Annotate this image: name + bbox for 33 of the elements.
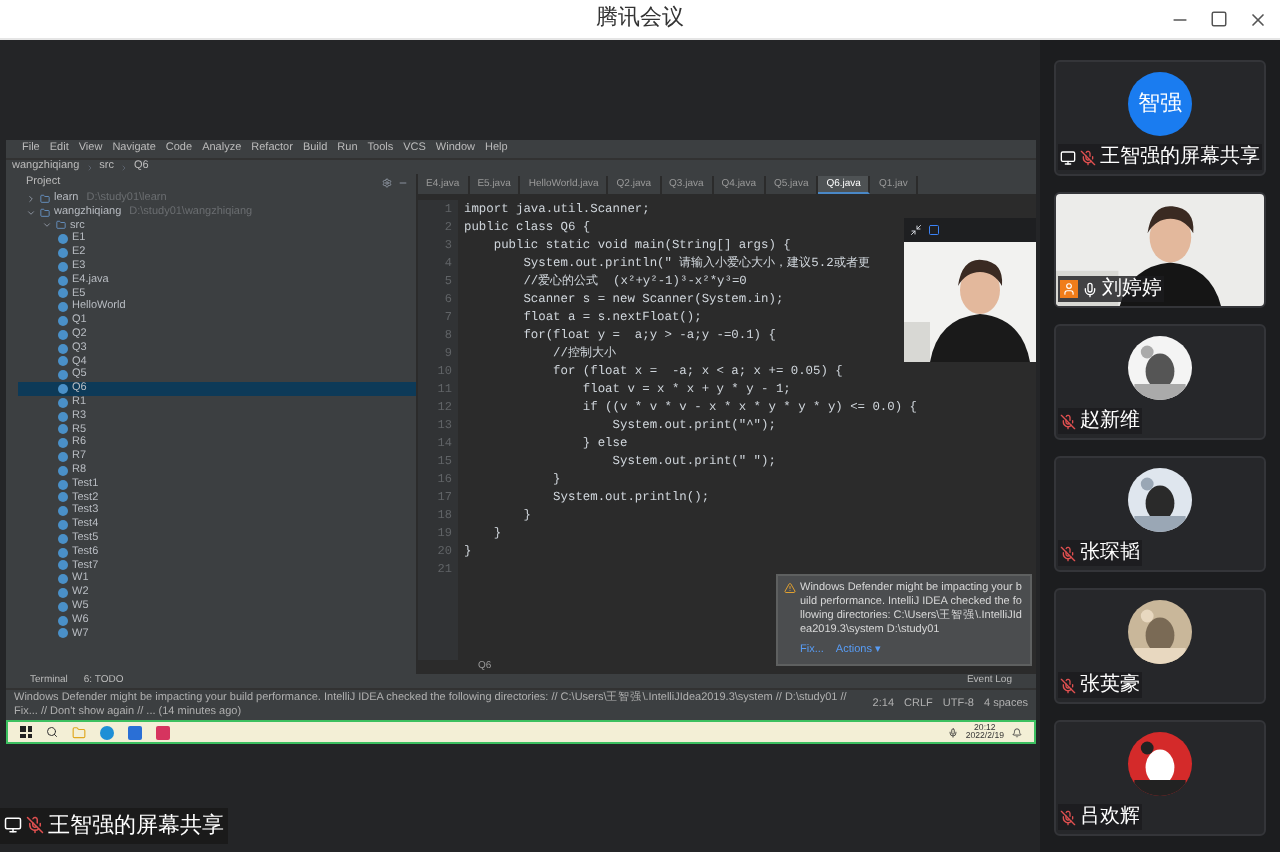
participant-tile[interactable]: 张英豪	[1054, 588, 1266, 704]
window-icon[interactable]	[928, 224, 940, 236]
participant-tile[interactable]: 智强 王智强的屏幕共享	[1054, 60, 1266, 176]
participant-name: 张琛韬	[1080, 542, 1140, 564]
participant-tile[interactable]: 吕欢辉	[1054, 720, 1266, 836]
participant-name: 刘婷婷	[1102, 278, 1162, 300]
participant-tile[interactable]: 刘婷婷	[1054, 192, 1266, 308]
participant-name: 吕欢辉	[1080, 806, 1140, 828]
minimize-icon[interactable]	[910, 224, 922, 236]
folder-icon	[40, 207, 50, 218]
close-icon[interactable]	[1248, 10, 1268, 30]
folder-icon	[56, 220, 66, 231]
participant-tile[interactable]: 张琛韬	[1054, 456, 1266, 572]
microphone-icon[interactable]	[947, 727, 958, 737]
participant-name: 王智强的屏幕共享	[1100, 146, 1260, 168]
settings-icon[interactable]	[382, 178, 392, 188]
app-icon[interactable]	[128, 725, 142, 739]
mic-muted-icon	[26, 816, 44, 835]
maximize-icon[interactable]	[1210, 10, 1228, 28]
notifications-icon[interactable]	[1012, 727, 1022, 737]
search-icon[interactable]	[46, 726, 58, 738]
participant-name: 赵新维	[1080, 410, 1140, 432]
avatar: 智强	[1128, 72, 1192, 136]
browser-icon[interactable]	[100, 725, 114, 739]
window-title: 腾讯会议	[596, 4, 684, 35]
screen-share-icon	[4, 816, 22, 835]
warning-icon	[784, 581, 796, 594]
start-icon[interactable]	[20, 726, 32, 738]
participant-tile[interactable]: 赵新维	[1054, 324, 1266, 440]
folder-icon	[40, 193, 50, 204]
share-title: 王智强的屏幕共享	[48, 811, 224, 841]
participant-name: 张英豪	[1080, 674, 1140, 696]
ide-icon[interactable]	[156, 725, 170, 739]
